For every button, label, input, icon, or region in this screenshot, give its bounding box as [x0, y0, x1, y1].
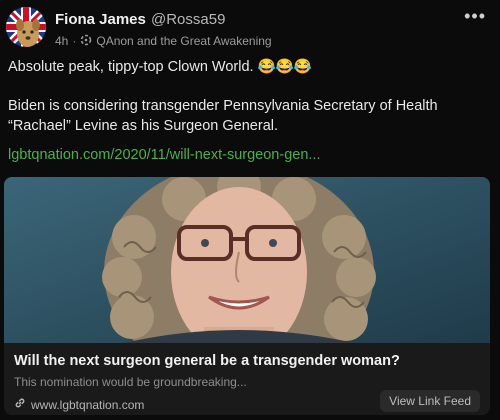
post-text-line2: Biden is considering transgender Pennsyl… — [8, 98, 438, 134]
author-handle[interactable]: @Rossa59 — [151, 11, 225, 28]
group-name[interactable]: QAnon and the Great Awakening — [96, 34, 271, 48]
more-options-icon[interactable]: ••• — [464, 6, 486, 27]
preview-image — [4, 177, 490, 343]
card-domain-text: www.lgbtqnation.com — [31, 397, 145, 412]
card-title[interactable]: Will the next surgeon general be a trans… — [14, 353, 400, 369]
avatar[interactable] — [6, 7, 46, 47]
post-link[interactable]: lgbtqnation.com/2020/11/will-next-surgeo… — [8, 147, 320, 163]
avatar-image — [6, 7, 46, 47]
card-domain[interactable]: www.lgbtqnation.com — [14, 397, 144, 412]
link-preview-card[interactable]: Will the next surgeon general be a trans… — [4, 177, 490, 415]
post-meta: 4h · QAnon and the Great Awakening — [55, 33, 272, 49]
author-name[interactable]: Fiona James — [55, 11, 146, 28]
post-text-line1: Absolute peak, tippy-top Clown World. 😂😂… — [8, 59, 312, 75]
view-link-feed-button[interactable]: View Link Feed — [380, 390, 480, 412]
post-time[interactable]: 4h — [55, 34, 68, 48]
card-description: This nomination would be groundbreaking.… — [14, 375, 247, 389]
link-icon — [14, 397, 26, 412]
post: Fiona James @Rossa59 4h · QAnon and the … — [0, 0, 500, 420]
group-icon — [80, 34, 92, 49]
meta-separator: · — [72, 34, 77, 48]
